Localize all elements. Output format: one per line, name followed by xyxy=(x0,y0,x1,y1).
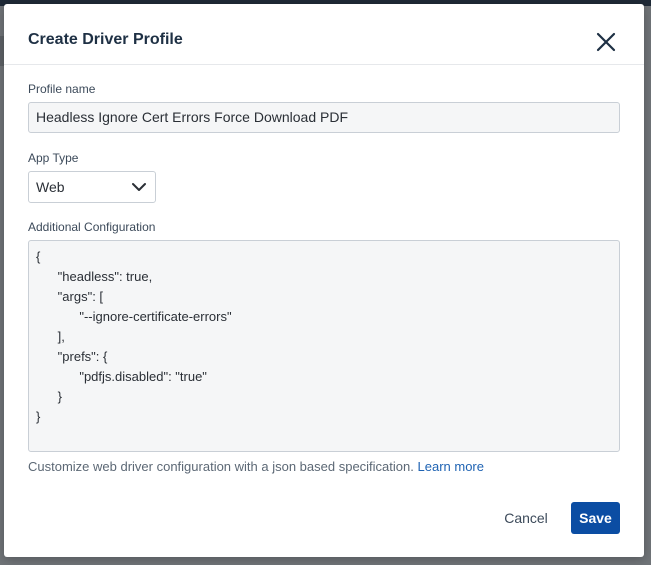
close-button[interactable] xyxy=(593,29,619,55)
profile-name-label: Profile name xyxy=(28,82,96,96)
dialog-title: Create Driver Profile xyxy=(28,31,183,48)
app-type-label: App Type xyxy=(28,151,79,165)
app-type-selected-value: Web xyxy=(36,179,65,195)
config-line: "pdfjs.disabled": "true" xyxy=(36,369,207,384)
config-line: { xyxy=(36,249,41,264)
config-line: ], xyxy=(36,329,65,344)
learn-more-link[interactable]: Learn more xyxy=(418,459,484,474)
create-driver-profile-dialog: Create Driver Profile Profile name Headl… xyxy=(4,4,644,557)
config-line: } xyxy=(36,409,41,424)
config-line: "args": [ xyxy=(36,289,104,304)
additional-config-label: Additional Configuration xyxy=(28,220,156,234)
config-line: } xyxy=(36,389,63,404)
config-help-text: Customize web driver configuration with … xyxy=(28,459,484,474)
app-type-select[interactable]: Web xyxy=(28,171,156,203)
config-line: "--ignore-certificate-errors" xyxy=(36,309,232,324)
config-line: "prefs": { xyxy=(36,349,108,364)
close-icon xyxy=(596,32,616,52)
profile-name-input[interactable]: Headless Ignore Cert Errors Force Downlo… xyxy=(28,102,620,133)
config-help-description: Customize web driver configuration with … xyxy=(28,459,414,474)
header-divider xyxy=(4,64,644,65)
cancel-button[interactable]: Cancel xyxy=(496,502,556,534)
config-line: "headless": true, xyxy=(36,269,153,284)
chevron-down-icon xyxy=(132,183,146,191)
additional-config-editor[interactable]: { "headless": true, "args": [ "--ignore-… xyxy=(28,240,620,452)
save-button[interactable]: Save xyxy=(571,502,620,534)
